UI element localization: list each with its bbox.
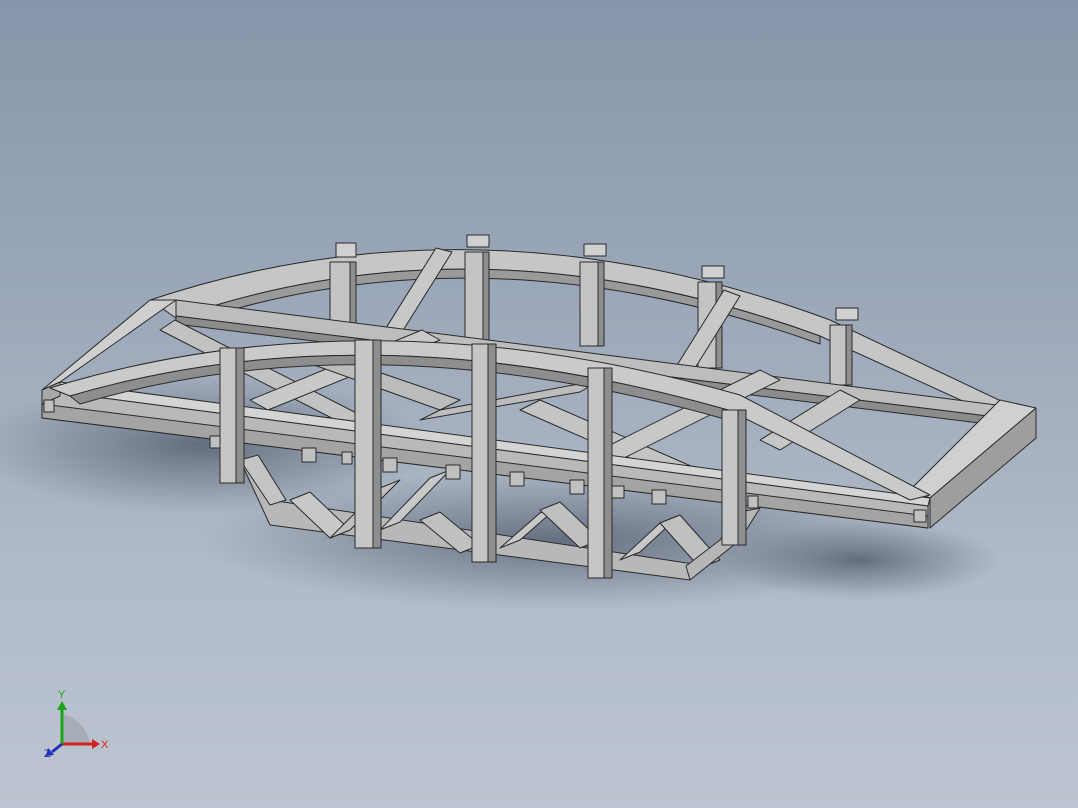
triad-z-axis[interactable]: Z	[44, 742, 63, 760]
orientation-triad[interactable]: X Y Z	[40, 684, 120, 764]
triad-cone	[62, 714, 90, 744]
graphics-viewport[interactable]	[0, 0, 1078, 808]
z-axis-label: Z	[44, 748, 51, 760]
x-axis-label: X	[101, 739, 109, 751]
y-axis-label: Y	[58, 689, 66, 701]
